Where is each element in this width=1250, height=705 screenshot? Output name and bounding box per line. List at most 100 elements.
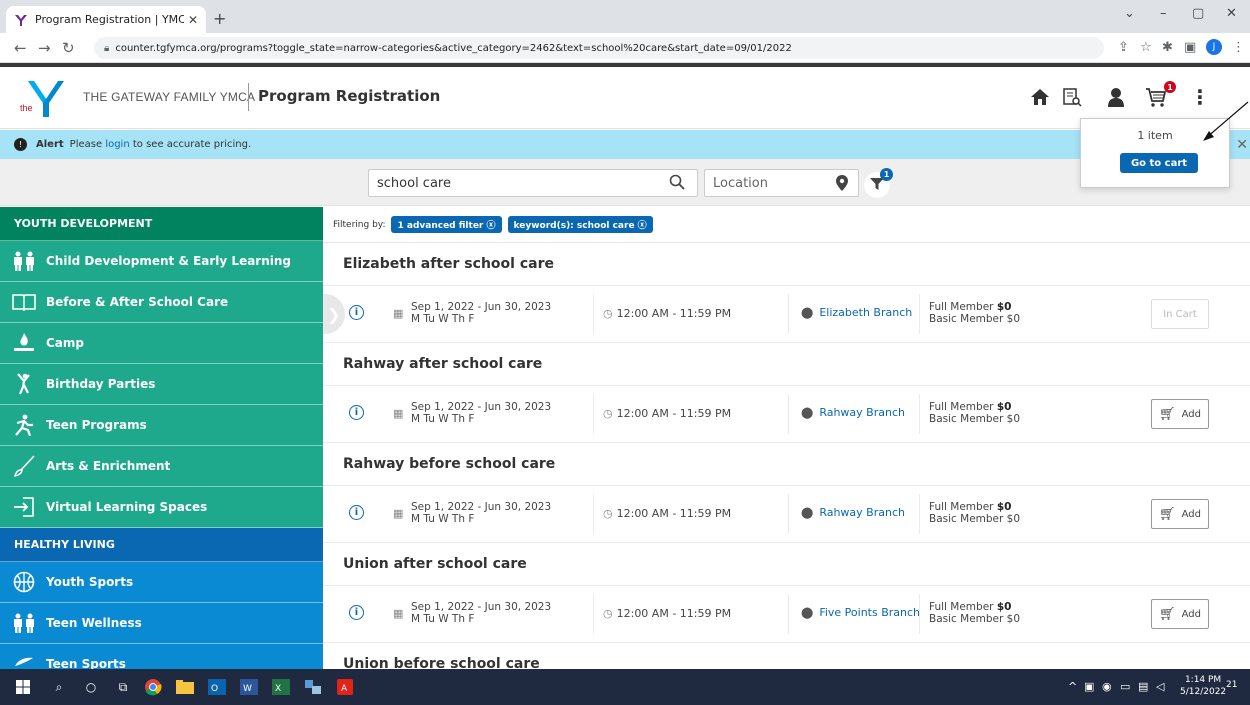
cortana-icon[interactable]: ○	[82, 678, 100, 696]
program-title[interactable]: Elizabeth after school care	[323, 243, 1250, 286]
app-icon[interactable]	[304, 678, 322, 696]
home-icon[interactable]	[1028, 85, 1052, 109]
new-tab-icon[interactable]: +	[213, 9, 226, 28]
tray-security-icon[interactable]: ◉	[1102, 680, 1112, 693]
excel-icon[interactable]: X	[272, 678, 290, 696]
volume-icon[interactable]: ◁	[1156, 680, 1164, 693]
sidebar-item-child-development[interactable]: Child Development & Early Learning	[0, 241, 323, 282]
info-icon[interactable]: i	[349, 305, 364, 320]
search-icon[interactable]: ⌕	[50, 678, 68, 696]
session-days: M Tu W Th F	[411, 413, 475, 425]
sidepanel-icon[interactable]: ▣	[1184, 40, 1196, 55]
word-icon[interactable]: W	[240, 678, 258, 696]
minimize-icon[interactable]: –	[1160, 6, 1167, 21]
branch-link[interactable]: ⬤ Elizabeth Branch	[801, 306, 912, 319]
windows-start-icon[interactable]	[14, 678, 32, 696]
alert-bar: ! Alert Please login to see accurate pri…	[0, 130, 1250, 159]
swim-icon	[12, 652, 36, 669]
sidebar-item-teen-sports[interactable]: Teen Sports	[0, 644, 323, 669]
sidebar-item-label: Before & After School Care	[46, 295, 229, 309]
outlook-icon[interactable]: O	[208, 678, 226, 696]
program-title[interactable]: Rahway after school care	[323, 343, 1250, 386]
profile-avatar[interactable]: J	[1206, 39, 1222, 55]
branch-link[interactable]: ⬤ Five Points Branch	[801, 606, 920, 619]
add-to-cart-button[interactable]: 🛒︎ Add	[1151, 599, 1209, 629]
alert-prefix: Please	[69, 139, 103, 150]
task-view-icon[interactable]: ⧉	[114, 678, 132, 696]
sidebar-item-virtual-learning[interactable]: Virtual Learning Spaces	[0, 487, 323, 528]
divider	[919, 594, 920, 634]
sidebar-item-label: Teen Sports	[46, 657, 126, 669]
ymca-logo[interactable]: the	[18, 77, 68, 119]
browser-menu-icon[interactable]: ⋮	[1232, 40, 1245, 55]
sidebar-item-youth-sports[interactable]: Youth Sports	[0, 562, 323, 603]
extensions-icon[interactable]: ✱	[1162, 40, 1173, 55]
sidebar-item-before-after-school[interactable]: Before & After School Care	[0, 282, 323, 323]
location-pin-icon[interactable]	[836, 175, 848, 195]
svg-text:X: X	[275, 684, 281, 694]
divider	[919, 494, 920, 534]
sidebar-item-arts-enrichment[interactable]: Arts & Enrichment	[0, 446, 323, 487]
sidebar-item-camp[interactable]: Camp	[0, 323, 323, 364]
full-member-label: Full Member	[929, 301, 994, 313]
maximize-icon[interactable]: ▢	[1192, 6, 1204, 21]
in-cart-button[interactable]: In Cart	[1151, 299, 1209, 329]
forward-icon[interactable]: →	[38, 39, 51, 57]
go-to-cart-button[interactable]: Go to cart	[1120, 153, 1198, 173]
info-icon[interactable]: i	[349, 405, 364, 420]
branch-link[interactable]: ⬤ Rahway Branch	[801, 506, 905, 519]
advanced-filter-chip[interactable]: 1 advanced filter ⓧ	[391, 216, 502, 233]
url-field[interactable]: 🔒︎ counter.tgfymca.org/programs?toggle_s…	[94, 37, 1104, 59]
keyword-filter-chip[interactable]: keyword(s): school care ⓧ	[507, 216, 653, 233]
keyword-search-input[interactable]: school care	[368, 169, 698, 197]
cart-count-badge: 1	[1164, 81, 1176, 93]
children-icon	[12, 249, 36, 273]
search-catalog-icon[interactable]	[1060, 85, 1084, 109]
branch-link[interactable]: ⬤ Rahway Branch	[801, 406, 905, 419]
section-heading-healthy-living[interactable]: HEALTHY LIVING	[0, 528, 323, 562]
reload-icon[interactable]: ↻	[62, 39, 75, 57]
basketball-icon	[12, 570, 36, 594]
search-icon[interactable]	[669, 174, 685, 194]
file-explorer-icon[interactable]	[176, 678, 194, 696]
login-link[interactable]: login	[105, 139, 129, 150]
divider	[788, 294, 789, 334]
sidebar-item-birthday-parties[interactable]: Birthday Parties	[0, 364, 323, 405]
notification-center-icon[interactable]: 21	[1226, 680, 1237, 690]
program-title[interactable]: Union after school care	[323, 543, 1250, 586]
session-time: ◷ 12:00 AM - 11:59 PM	[603, 407, 731, 420]
svg-text:A: A	[341, 684, 348, 694]
date-range: Sep 1, 2022 - Jun 30, 2023	[411, 501, 552, 513]
network-icon[interactable]: ▤	[1138, 680, 1148, 693]
calendar-icon: ▦	[393, 507, 404, 520]
tab-search-icon[interactable]: ⌄	[1124, 6, 1135, 21]
back-icon[interactable]: ←	[14, 39, 27, 57]
browser-tab[interactable]: Program Registration | YMCA Co ✕	[6, 6, 206, 33]
info-icon[interactable]: i	[349, 505, 364, 520]
session-price: Full Member $0 Basic Member $0	[929, 601, 1020, 625]
sidebar-item-teen-programs[interactable]: Teen Programs	[0, 405, 323, 446]
program-title[interactable]: Union before school care	[323, 643, 1250, 669]
acrobat-icon[interactable]: A	[336, 678, 354, 696]
chrome-icon[interactable]	[144, 678, 162, 696]
user-icon[interactable]	[1104, 85, 1128, 109]
add-to-cart-button[interactable]: 🛒︎ Add	[1151, 399, 1209, 429]
tab-close-icon[interactable]: ✕	[188, 13, 198, 27]
info-icon[interactable]: i	[349, 605, 364, 620]
system-clock[interactable]: 1:14 PM 5/12/2022	[1180, 674, 1226, 698]
add-to-cart-button[interactable]: 🛒︎ Add	[1151, 499, 1209, 529]
sidebar-item-teen-wellness[interactable]: Teen Wellness	[0, 603, 323, 644]
close-window-icon[interactable]: ✕	[1226, 6, 1237, 21]
program-title[interactable]: Rahway before school care	[323, 443, 1250, 486]
divider	[593, 494, 594, 534]
section-heading-youth[interactable]: YOUTH DEVELOPMENT	[0, 207, 323, 241]
divider	[788, 594, 789, 634]
tray-chevron-icon[interactable]: ^	[1068, 680, 1077, 693]
tray-app-icon[interactable]: ▣	[1084, 680, 1094, 693]
location-pin-icon: ⬤	[801, 506, 814, 519]
bookmark-star-icon[interactable]: ☆	[1140, 40, 1152, 55]
annotation-arrow-icon	[1203, 101, 1249, 141]
location-input[interactable]: Location	[704, 169, 859, 197]
share-icon[interactable]: ⇪	[1118, 40, 1129, 55]
battery-icon[interactable]: ▭	[1120, 680, 1130, 693]
